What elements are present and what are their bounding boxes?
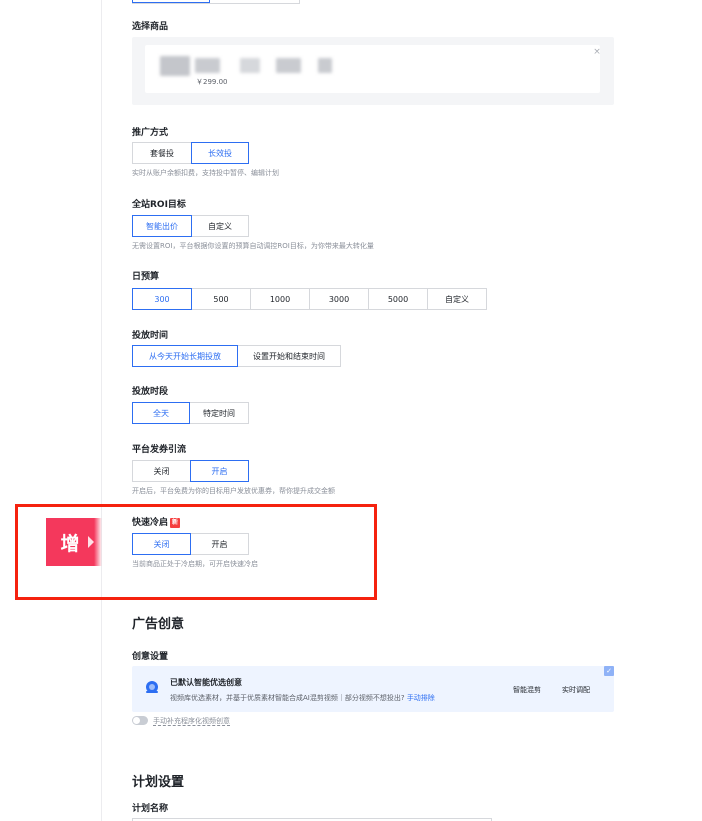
delivery-option-range[interactable]: 设置开始和结束时间 [237,345,341,367]
product-name-blur [318,58,332,73]
roi-target-segment: 智能出价 自定义 [132,215,249,237]
roi-option-smart[interactable]: 智能出价 [132,215,192,237]
coupon-traffic-segment: 关闭 开启 [132,460,249,482]
promo-method-hint: 实时从账户余额扣费，支持投中暂停、编辑计划 [132,169,279,177]
promo-method-segment: 套餐投 长效投 [132,142,249,164]
coupon-option-on[interactable]: 开启 [190,460,249,482]
product-label: 选择商品 [132,22,169,32]
creative-settings-label: 创意设置 [132,652,169,662]
quick-cold-start-segment: 关闭 开启 [132,533,249,555]
coupon-option-off[interactable]: 关闭 [132,460,191,482]
budget-option-1000[interactable]: 1000 [250,288,310,310]
daily-budget-label: 日预算 [132,272,160,282]
creative-card-desc: 视频库优选素材，并基于优质素材智能合成AI混剪视频｜部分视频不想投出? 手动排除 [170,693,435,703]
budget-option-5000[interactable]: 5000 [368,288,428,310]
coupon-traffic-hint: 开启后，平台免费为你的目标用户发放优惠券，帮你提升成交金额 [132,487,335,495]
product-name-blur [195,58,220,73]
product-name-blur [240,58,260,73]
product-price: ￥299.00 [196,78,228,86]
smart-remix-button[interactable]: 智能混剪 [513,685,541,695]
creative-desc-text: 视频库优选素材，并基于优质素材智能合成AI混剪视频｜部分视频不想投出? [170,694,405,702]
period-option-allday[interactable]: 全天 [132,402,190,424]
delivery-period-segment: 全天 特定时间 [132,402,249,424]
quick-cold-start-hint: 当前商品正处于冷启期，可开启快速冷启 [132,560,258,568]
remove-product-icon[interactable]: × [592,47,602,57]
plan-settings-title: 计划设置 [132,775,185,790]
cold-start-option-off[interactable]: 关闭 [132,533,191,555]
product-name-blur [276,58,301,73]
check-icon: ✓ [604,666,614,676]
delivery-option-longterm[interactable]: 从今天开始长期投放 [132,345,238,367]
quick-cold-start-text: 快速冷启 [132,518,169,528]
promo-option-longterm[interactable]: 长效投 [191,142,249,164]
roi-target-label: 全站ROI目标 [132,200,186,210]
delivery-time-label: 投放时间 [132,331,169,341]
period-option-specific[interactable]: 特定时间 [189,402,249,424]
realtime-allocate-button[interactable]: 实时调配 [562,685,590,695]
delivery-period-label: 投放时段 [132,387,169,397]
promo-method-label: 推广方式 [132,128,169,138]
budget-option-300[interactable]: 300 [132,288,192,310]
programmatic-creative-toggle[interactable] [132,716,148,725]
budget-option-500[interactable]: 500 [191,288,251,310]
programmatic-creative-text: 手动补充程序化视频创意 [153,717,230,726]
quick-cold-start-label: 快速冷启新 [132,515,181,528]
left-divider [101,0,102,821]
budget-option-custom[interactable]: 自定义 [427,288,487,310]
added-tag: 增 [46,518,94,566]
added-tag-tail [94,518,102,566]
daily-budget-segment: 300 500 1000 3000 5000 自定义 [132,288,487,310]
product-thumbnail [160,56,190,76]
creative-card [132,666,614,712]
manual-exclude-link[interactable]: 手动排除 [407,694,435,702]
plan-name-label: 计划名称 [132,804,169,814]
ad-creative-title: 广告创意 [132,617,185,632]
roi-target-hint: 无需设置ROI，平台根据你设置的预算自动调控ROI目标，为你带来最大转化量 [132,242,374,250]
programmatic-creative-label: 手动补充程序化视频创意 [153,716,230,726]
delivery-time-segment: 从今天开始长期投放 设置开始和结束时间 [132,345,341,367]
added-tag-notch [88,536,94,548]
coupon-traffic-label: 平台发券引流 [132,445,187,455]
cold-start-option-on[interactable]: 开启 [190,533,249,555]
smart-creative-icon [146,681,158,693]
prev-segment-cut [132,0,300,4]
promo-option-package[interactable]: 套餐投 [132,142,192,164]
roi-option-custom[interactable]: 自定义 [191,215,249,237]
new-badge: 新 [170,517,181,528]
budget-option-3000[interactable]: 3000 [309,288,369,310]
creative-card-title: 已默认智能优选创意 [170,678,242,687]
